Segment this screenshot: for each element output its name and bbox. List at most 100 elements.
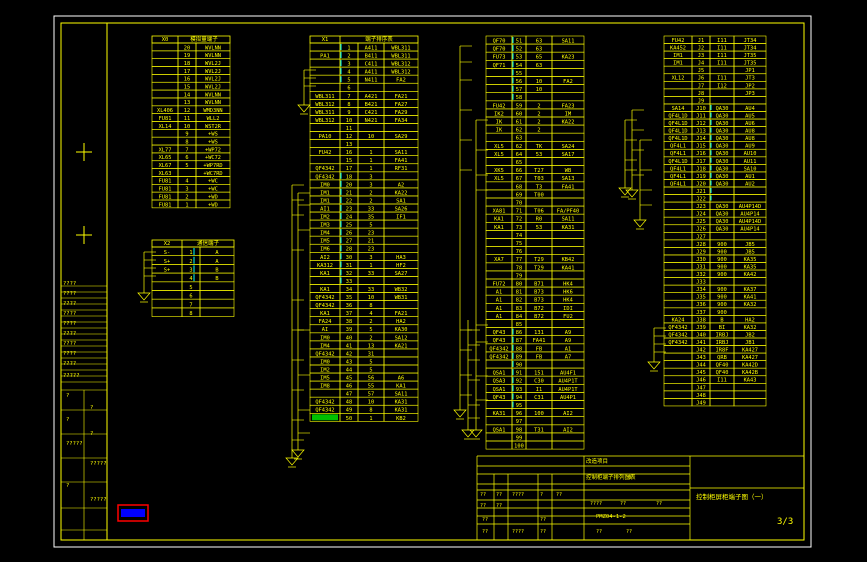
- table-cell-text: A: [215, 259, 218, 265]
- cad-viewer-canvas[interactable]: ????????????????????????????????????????…: [0, 0, 867, 562]
- table-cell-text: J36: [696, 302, 706, 308]
- table-cell-text: J8: [698, 91, 704, 97]
- table-cell-text: 27: [346, 239, 352, 245]
- table-cell-text: WBL311: [391, 54, 410, 60]
- table-cell-text: J20: [696, 181, 706, 187]
- table-cell-text: J28: [696, 242, 706, 248]
- table-cell-text: WBL311: [315, 110, 334, 116]
- table-cell-text: 36: [346, 303, 352, 309]
- table-cell-text: QA30: [716, 136, 729, 142]
- table-cell-text: KB2: [396, 416, 406, 422]
- table-cell-text: WVL2J: [205, 77, 221, 83]
- table-cell-text: KA22: [562, 120, 575, 126]
- table-cell-text: 10: [536, 79, 542, 85]
- table-cell-text: QF4342: [668, 325, 687, 331]
- table-cell-text: J9: [698, 98, 704, 104]
- table-cell-text: 10: [346, 118, 352, 124]
- table-cell-text: J24: [696, 212, 706, 218]
- table-cell-text: WB32: [395, 287, 408, 293]
- table-cell-text: I11: [717, 53, 727, 59]
- table-cell-text: 89: [516, 354, 522, 360]
- table-cell-text: 1: [369, 166, 372, 172]
- table-cell-text: 63: [516, 136, 522, 142]
- table-cell-text: WBL312: [391, 70, 410, 76]
- table-cell-text: QA30: [716, 151, 729, 157]
- table-cell-text: SA17: [562, 152, 575, 158]
- table-cell-text: 8: [369, 303, 372, 309]
- table-cell-text: 52: [516, 47, 522, 53]
- table-cell-text: +WS: [208, 139, 218, 145]
- table-cell-text: J37: [696, 310, 706, 316]
- table-cell-text: 33: [368, 206, 374, 212]
- table-cell-text: 56: [516, 79, 522, 85]
- table-cell-text: AU1: [745, 174, 755, 180]
- table-cell-text: J35: [696, 295, 706, 301]
- table-cell-text: QRB: [717, 355, 727, 361]
- table-cell-text: 900: [717, 287, 727, 293]
- strip-label: ????: [63, 361, 76, 367]
- table-cell-text: KA23: [562, 55, 575, 61]
- table-cell-text: AI2: [563, 427, 573, 433]
- table-cell-text: R0: [536, 217, 542, 223]
- table-cell-text: 15: [184, 85, 190, 91]
- table-cell-text: FA24: [319, 319, 332, 325]
- table-cell-text: 28: [346, 247, 352, 253]
- table-cell-text: 77: [516, 257, 522, 263]
- table-cell-text: 26: [346, 231, 352, 237]
- table-cell-text: 31: [346, 263, 352, 269]
- table-cell-text: 83: [516, 306, 522, 312]
- table-cell-text: 65: [536, 55, 542, 61]
- table-cell-text: 151: [534, 371, 544, 377]
- table-cell-text: FA2: [396, 78, 406, 84]
- title-sign-cell: ??: [480, 492, 486, 498]
- table-header-title: 模拟量端子: [190, 35, 218, 43]
- table-cell-text: QF4342: [315, 295, 334, 301]
- table-cell-text: 3: [369, 182, 372, 188]
- table-cell-text: J34: [696, 287, 706, 293]
- table-cell-text: A421: [365, 94, 378, 100]
- table-cell-text: KA24: [672, 317, 685, 323]
- table-cell-text: 41: [346, 343, 352, 349]
- table-cell-text: 13: [346, 142, 352, 148]
- table-cell-text: J44: [696, 363, 706, 369]
- table-cell-text: J41: [696, 340, 706, 346]
- table-cell-text: 6: [185, 155, 188, 161]
- table-cell-text: 94: [516, 395, 522, 401]
- table-header-title: 通信端子: [197, 239, 220, 247]
- table-cell-text: QA30: [716, 174, 729, 180]
- table-cell-text: 33: [368, 287, 374, 293]
- table-cell-text: WVLNN: [205, 53, 221, 59]
- table-cell-text: AU4P14: [740, 212, 759, 218]
- table-cell-text: 11: [346, 126, 352, 132]
- table-cell-text: JB5: [745, 249, 755, 255]
- table-cell-text: FA23: [562, 103, 575, 109]
- table-cell-text: QF4342: [489, 346, 508, 352]
- table-cell-text: XL5: [494, 144, 504, 150]
- table-cell-text: J47: [696, 385, 706, 391]
- table-cell-text: 7: [347, 94, 350, 100]
- table-cell-text: WVL2J: [205, 61, 221, 67]
- table-cell-text: C411: [365, 62, 378, 68]
- table-cell-text: AU11: [744, 159, 757, 165]
- table-cell-text: T06: [534, 209, 544, 215]
- table-cell-text: 53: [516, 55, 522, 61]
- table-cell-text: QF70: [493, 39, 506, 45]
- table-cell-text: 8: [369, 408, 372, 414]
- table-cell-text: JB5: [745, 242, 755, 248]
- table-cell-text: 33: [346, 279, 352, 285]
- table-cell-text: KA22: [395, 190, 408, 196]
- strip-label: ????: [63, 291, 76, 297]
- table-cell-text: B71: [534, 282, 544, 288]
- table-cell-text: HA3: [396, 255, 406, 261]
- title-sign-cell: ??: [482, 517, 488, 523]
- table-cell-text: 43: [346, 359, 352, 365]
- table-cell-text: KA42: [744, 272, 757, 278]
- table-cell-text: 900: [717, 257, 727, 263]
- title-sign-cell: ??: [656, 501, 662, 507]
- strip-label: ?????: [63, 373, 80, 379]
- table-cell-text: 47: [346, 392, 352, 398]
- table-cell-text: TK: [536, 144, 542, 150]
- table-cell-text: IM5: [320, 376, 330, 382]
- table-cell-text: AU10: [744, 151, 757, 157]
- table-cell-text: A1: [565, 346, 571, 352]
